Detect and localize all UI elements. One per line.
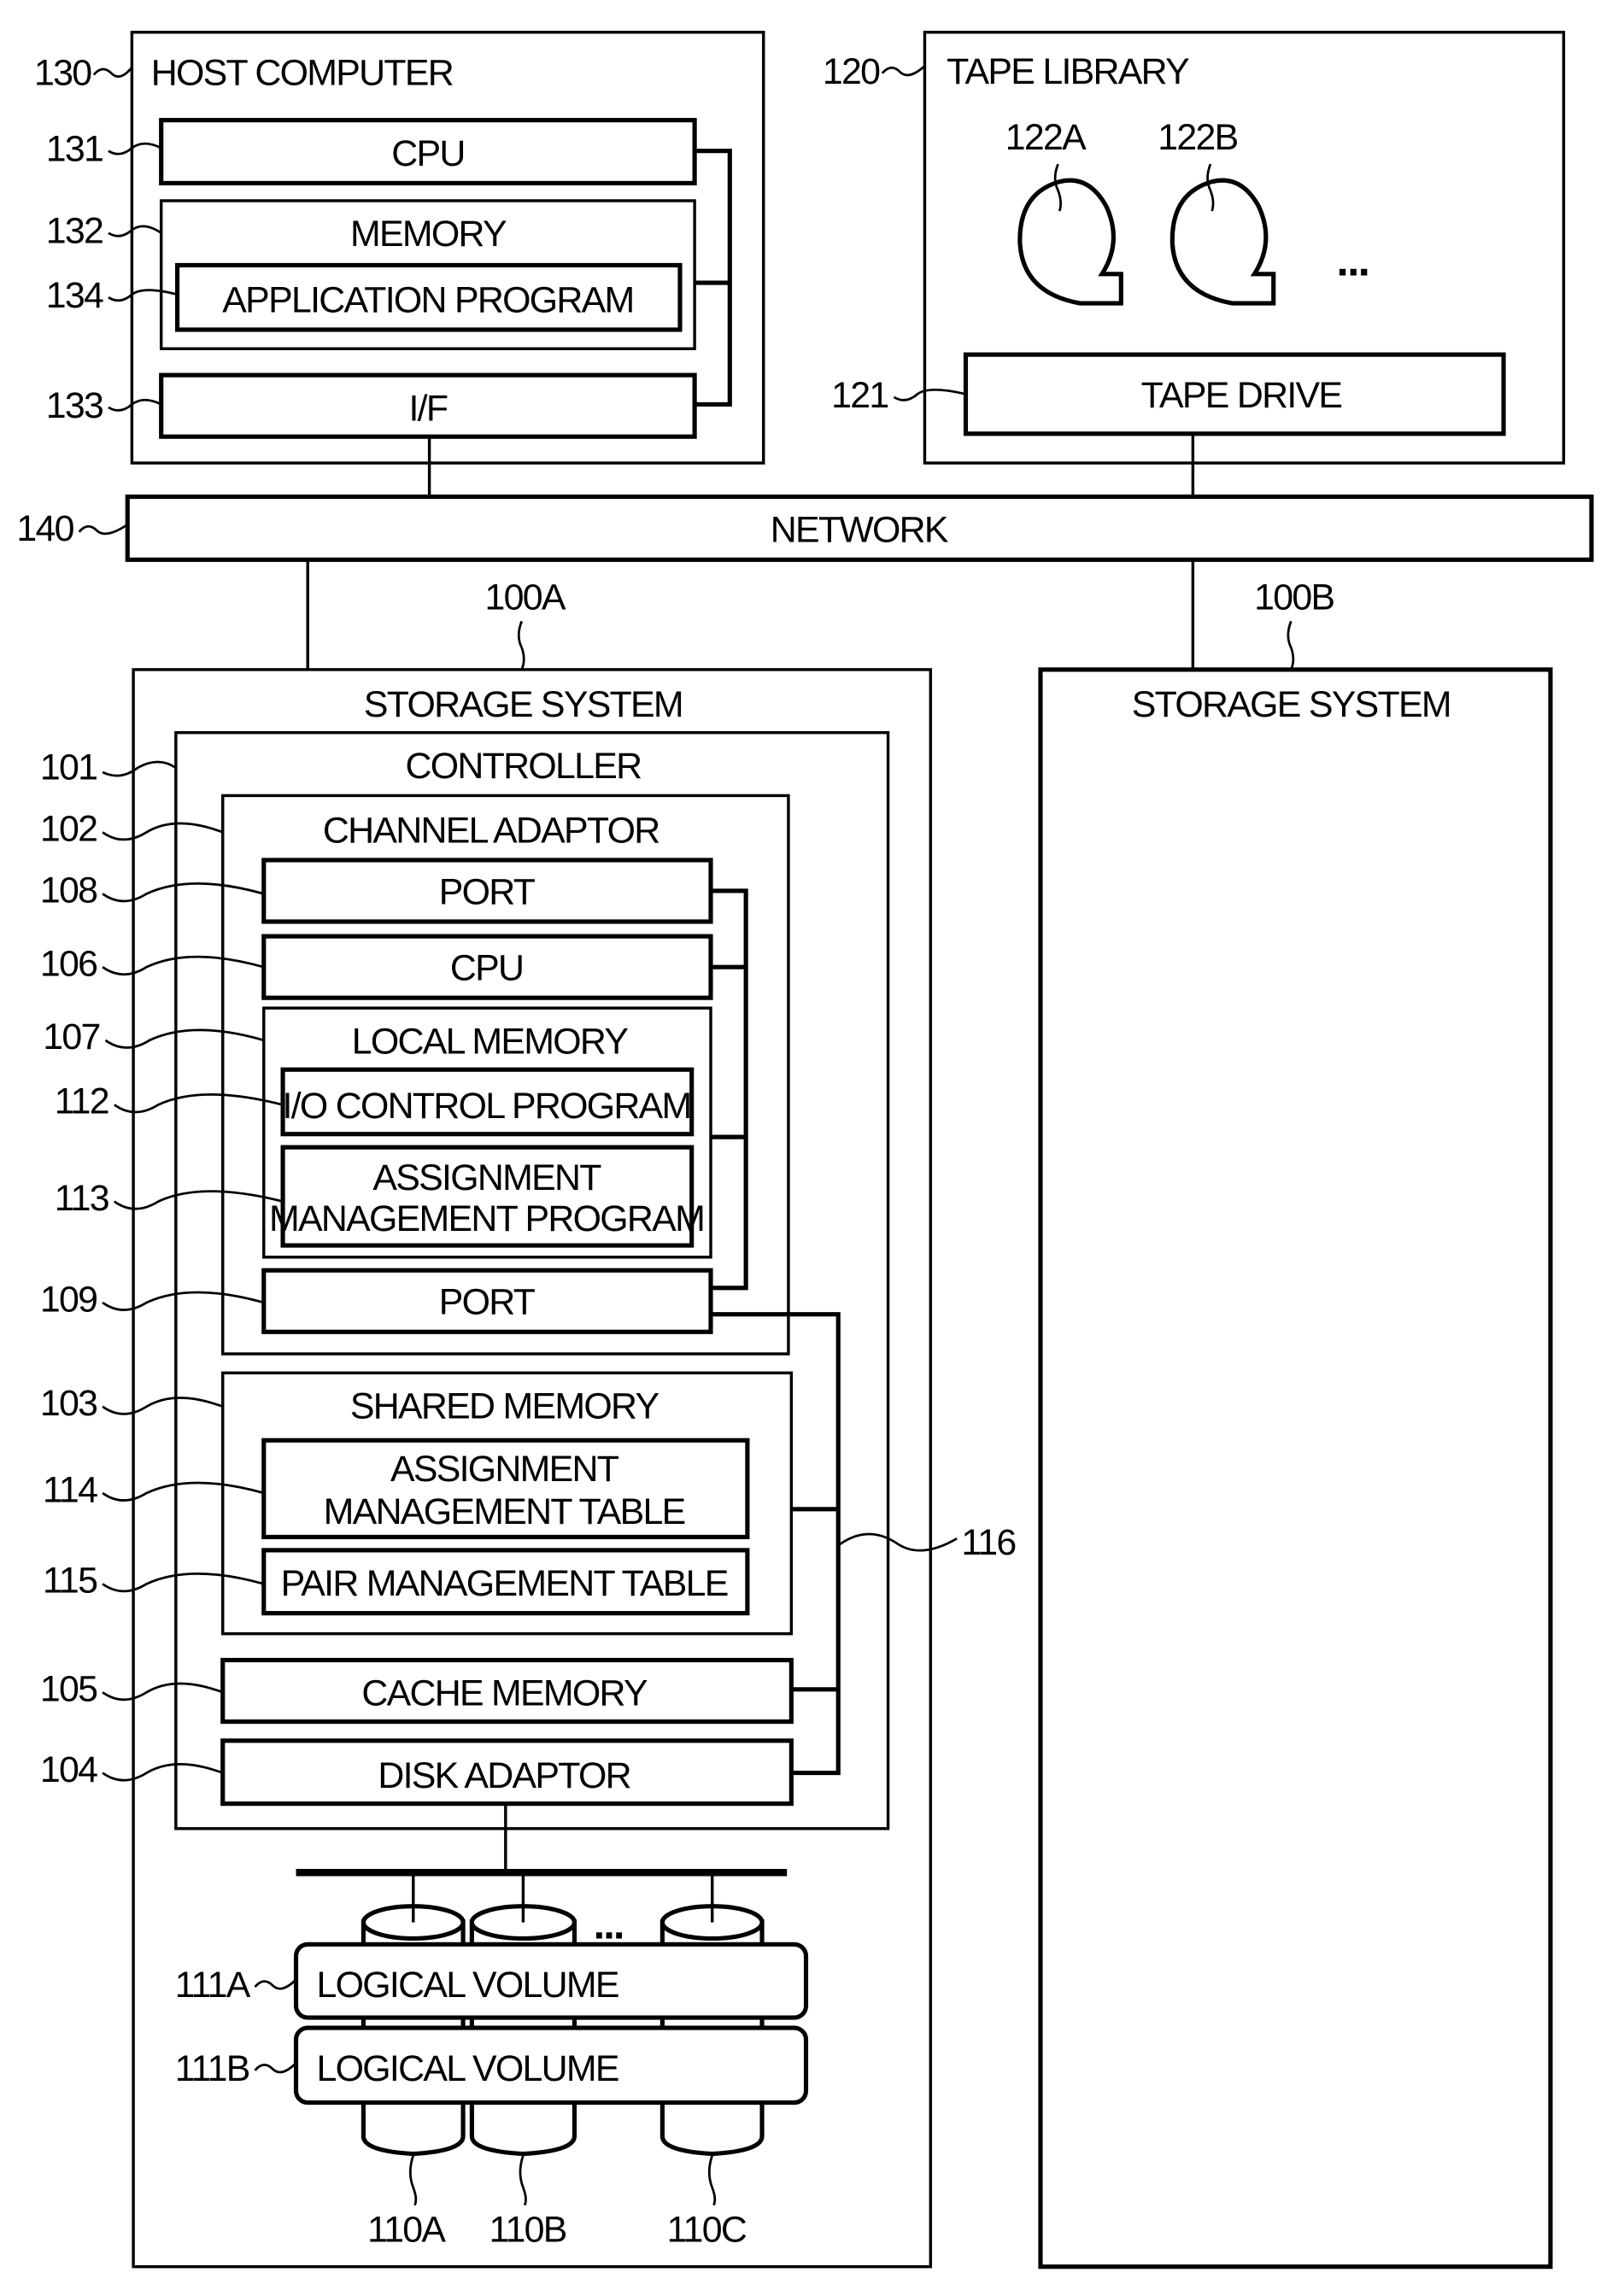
assignment-management-table-line2: MANAGEMENT TABLE	[324, 1491, 685, 1532]
leader-100b	[1287, 620, 1295, 671]
ref-131: 131	[46, 129, 103, 170]
ref-106: 106	[40, 943, 97, 984]
tape-ellipsis: ...	[1336, 235, 1369, 284]
tape-library-title: TAPE LIBRARY	[947, 51, 1189, 92]
ref-116: 116	[961, 1522, 1015, 1563]
host-computer-title: HOST COMPUTER	[151, 52, 453, 93]
ref-100a: 100A	[484, 577, 566, 618]
application-program-label: APPLICATION PROGRAM	[222, 279, 633, 320]
ref-120: 120	[823, 51, 880, 92]
storage-system-block-diagram: HOST COMPUTER 130 CPU 131 MEMORY 132 APP…	[16, 31, 1594, 2270]
network-label: NETWORK	[771, 510, 949, 551]
ref-108: 108	[40, 870, 97, 911]
storage-system-b-box	[1038, 667, 1553, 2270]
io-control-program-label: I/O CONTROL PROGRAM	[283, 1086, 691, 1127]
ref-110a: 110A	[367, 2210, 446, 2251]
ca-cpu-label: CPU	[450, 948, 523, 989]
ref-112: 112	[55, 1081, 108, 1122]
leader-140	[78, 523, 129, 536]
ref-134: 134	[46, 275, 103, 316]
ref-130: 130	[34, 52, 91, 93]
ref-111b: 111B	[175, 2048, 249, 2089]
leader-100a	[517, 620, 525, 671]
ref-110c: 110C	[667, 2210, 747, 2251]
tape-library: TAPE LIBRARY 120 122A 122B ... TAPE DRIV…	[823, 31, 1566, 465]
ref-101: 101	[40, 747, 97, 788]
ref-132: 132	[46, 211, 103, 252]
ref-111a: 111A	[175, 1965, 251, 2006]
storage-system-b: 100B STORAGE SYSTEM	[1038, 577, 1553, 2270]
controller-label: CONTROLLER	[405, 746, 641, 787]
host-cpu-label: CPU	[391, 133, 464, 174]
ref-107: 107	[43, 1016, 99, 1057]
storage-system-b-title: STORAGE SYSTEM	[1132, 684, 1451, 725]
cache-memory-label: CACHE MEMORY	[361, 1673, 648, 1714]
storage-system-a: 100A STORAGE SYSTEM CONTROLLER 101 CHANN…	[40, 577, 1017, 2269]
logical-volume-111a-label: LOGICAL VOLUME	[317, 1965, 618, 2006]
disk-adaptor-label: DISK ADAPTOR	[378, 1755, 630, 1796]
tape-drive-label: TAPE DRIVE	[1141, 375, 1342, 416]
ref-122a: 122A	[1005, 117, 1087, 158]
ref-110b: 110B	[489, 2210, 566, 2251]
host-memory-label: MEMORY	[350, 214, 507, 255]
ref-103: 103	[40, 1383, 97, 1424]
ref-115: 115	[43, 1561, 97, 1602]
shared-memory-label: SHARED MEMORY	[350, 1385, 659, 1426]
port-109-label: PORT	[439, 1282, 536, 1323]
disk-ellipsis: ...	[594, 1902, 624, 1948]
logical-volume-111b-label: LOGICAL VOLUME	[317, 2048, 618, 2089]
pair-management-table-label: PAIR MANAGEMENT TABLE	[281, 1563, 728, 1604]
ref-109: 109	[40, 1279, 97, 1320]
leader-130	[92, 67, 133, 78]
ref-133: 133	[46, 385, 103, 426]
host-interface-label: I/F	[408, 388, 447, 429]
leader-120	[881, 65, 926, 77]
assignment-management-program-line1: ASSIGNMENT	[372, 1157, 601, 1198]
channel-adaptor-label: CHANNEL ADAPTOR	[323, 810, 659, 851]
port-108-label: PORT	[439, 871, 536, 912]
ref-104: 104	[40, 1749, 97, 1790]
assignment-management-program-line2: MANAGEMENT PROGRAM	[269, 1198, 704, 1239]
ref-102: 102	[40, 809, 97, 850]
ref-114: 114	[43, 1469, 97, 1510]
ref-140: 140	[16, 508, 73, 549]
ref-121: 121	[831, 375, 888, 416]
network: NETWORK 140	[16, 494, 1594, 562]
ref-105: 105	[40, 1669, 97, 1710]
local-memory-label: LOCAL MEMORY	[352, 1021, 629, 1062]
storage-system-a-title: STORAGE SYSTEM	[364, 684, 683, 725]
ref-100b: 100B	[1254, 577, 1334, 618]
ref-122b: 122B	[1158, 117, 1237, 158]
assignment-management-table-line1: ASSIGNMENT	[390, 1449, 619, 1490]
host-computer: HOST COMPUTER 130 CPU 131 MEMORY 132 APP…	[34, 31, 765, 465]
ref-113: 113	[55, 1178, 108, 1219]
